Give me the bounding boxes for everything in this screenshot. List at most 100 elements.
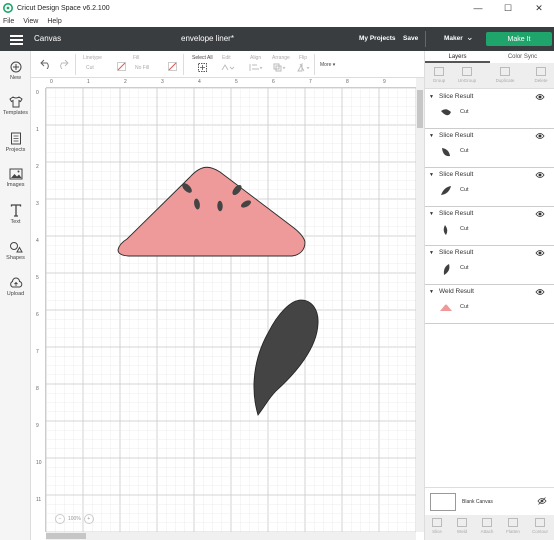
design-canvas[interactable] — [46, 88, 416, 532]
canvas-grid — [46, 88, 416, 532]
menu-file[interactable]: File — [3, 18, 14, 25]
eye-icon[interactable] — [535, 249, 545, 257]
layer-row[interactable]: ▼ Slice Result Cut — [425, 129, 554, 168]
menu-bar: File View Help — [0, 16, 554, 26]
ruler-left-tick-label: 1 — [36, 127, 39, 133]
undo-icon[interactable] — [40, 59, 52, 69]
nav-images-label: Images — [6, 182, 25, 188]
arrange-icon[interactable] — [273, 63, 287, 72]
edit-icon[interactable] — [221, 63, 235, 72]
close-window-button[interactable]: ✕ — [524, 0, 554, 16]
delete-button[interactable]: Delete — [528, 67, 554, 83]
zoom-in-button[interactable]: + — [83, 514, 94, 524]
nav-projects[interactable]: Projects — [0, 132, 31, 153]
nav-templates[interactable]: Templates — [0, 96, 31, 116]
chevron-down-icon[interactable]: ▼ — [429, 133, 434, 139]
chevron-down-icon[interactable]: ▼ — [429, 172, 434, 178]
contour-button[interactable]: Contour — [527, 518, 553, 534]
layer-row[interactable]: ▼ Slice Result Cut — [425, 168, 554, 207]
chevron-down-icon[interactable]: ▼ — [429, 94, 434, 100]
make-it-button[interactable]: Make It — [486, 32, 552, 46]
attach-button[interactable]: Attach — [474, 518, 500, 534]
app-header: Canvas envelope liner* My Projects Save … — [0, 27, 554, 51]
nav-projects-label: Projects — [5, 147, 26, 153]
duplicate-button[interactable]: Duplicate — [492, 67, 518, 83]
eye-icon[interactable] — [535, 288, 545, 296]
fill-select[interactable]: No Fill — [135, 65, 149, 71]
ruler-left-tick-label: 10 — [36, 460, 42, 466]
eye-hidden-icon[interactable] — [537, 497, 547, 505]
layer-operation: Cut — [460, 265, 469, 271]
flip-icon[interactable] — [297, 63, 311, 72]
ruler-left-tick-label: 6 — [36, 312, 39, 318]
layer-row[interactable]: ▼ Slice Result Cut — [425, 90, 554, 129]
ruler-top-tick-label: 3 — [161, 79, 164, 85]
weld-button[interactable]: Weld — [449, 518, 475, 534]
project-name: envelope liner* — [181, 34, 234, 43]
slice-label: Slice — [432, 529, 442, 534]
layer-operation: Cut — [460, 109, 469, 115]
align-icon[interactable] — [249, 63, 263, 72]
eye-icon[interactable] — [535, 132, 545, 140]
my-projects-button[interactable]: My Projects — [359, 35, 396, 42]
save-button[interactable]: Save — [403, 35, 418, 42]
eye-icon[interactable] — [535, 171, 545, 179]
panel-tabs: Layers Color Sync — [425, 51, 554, 63]
nav-shapes[interactable]: Shapes — [0, 241, 31, 261]
fill-color-icon[interactable] — [168, 62, 177, 71]
blank-canvas-swatch[interactable] — [430, 493, 456, 511]
chevron-down-icon[interactable]: ▼ — [429, 289, 434, 295]
minimize-button[interactable]: — — [463, 0, 493, 16]
flatten-button[interactable]: Flatten — [500, 518, 526, 534]
shapes-icon — [9, 242, 23, 253]
machine-selector[interactable]: Maker — [444, 35, 463, 42]
group-button[interactable]: Group — [426, 67, 452, 83]
ruler-left-tick-label: 8 — [36, 386, 39, 392]
nav-images[interactable]: Images — [0, 168, 31, 188]
eye-icon[interactable] — [535, 93, 545, 101]
image-icon — [9, 168, 22, 180]
hamburger-menu-icon[interactable] — [10, 35, 23, 45]
vertical-scrollbar[interactable] — [416, 78, 424, 532]
layer-row[interactable]: ▼ Slice Result Cut — [425, 246, 554, 285]
layer-name: Slice Result — [439, 210, 474, 217]
layer-row[interactable]: ▼ Weld Result Cut — [425, 285, 554, 324]
select-all-icon[interactable] — [198, 63, 207, 72]
ungroup-button[interactable]: UnGroup — [454, 67, 480, 83]
ruler-top-tick-label: 1 — [87, 79, 90, 85]
scrollbar-thumb[interactable] — [417, 90, 423, 128]
scrollbar-thumb[interactable] — [46, 533, 86, 539]
linetype-color-icon[interactable] — [117, 62, 126, 71]
tab-color-sync[interactable]: Color Sync — [490, 51, 554, 63]
chevron-down-icon[interactable]: ▼ — [429, 250, 434, 256]
tab-layers[interactable]: Layers — [425, 51, 490, 63]
zoom-out-button[interactable]: − — [55, 514, 65, 524]
group-icon — [434, 67, 444, 76]
left-nav: New Templates Projects Images Text Shape… — [0, 51, 31, 540]
linetype-label: Linetype — [83, 55, 102, 61]
nav-text[interactable]: Text — [0, 204, 31, 225]
menu-view[interactable]: View — [23, 18, 38, 25]
contour-label: Contour — [531, 529, 548, 534]
redo-icon[interactable] — [57, 59, 69, 69]
linetype-select[interactable]: Cut — [86, 65, 94, 71]
eye-icon[interactable] — [535, 210, 545, 218]
nav-new[interactable]: New — [0, 61, 31, 81]
chevron-down-icon[interactable]: ▼ — [429, 211, 434, 217]
blank-canvas-row[interactable]: Blank Canvas — [425, 487, 554, 515]
maximize-button[interactable]: ☐ — [493, 0, 523, 16]
trash-icon — [536, 67, 546, 76]
horizontal-scrollbar[interactable] — [46, 532, 416, 540]
ungroup-label: UnGroup — [457, 78, 477, 83]
large-seed-shape[interactable] — [253, 299, 319, 416]
slice-button[interactable]: Slice — [424, 518, 450, 534]
toolbar-divider — [183, 54, 184, 75]
layer-operation: Cut — [460, 187, 469, 193]
layer-tools-bottom: Slice Weld Attach Flatten Contour — [425, 515, 554, 540]
duplicate-label: Duplicate — [495, 78, 515, 83]
chevron-down-icon[interactable]: ⌄ — [466, 32, 474, 43]
nav-upload[interactable]: Upload — [0, 277, 31, 297]
layer-row[interactable]: ▼ Slice Result Cut — [425, 207, 554, 246]
more-menu-button[interactable]: More ▾ — [320, 62, 335, 68]
menu-help[interactable]: Help — [47, 18, 61, 25]
